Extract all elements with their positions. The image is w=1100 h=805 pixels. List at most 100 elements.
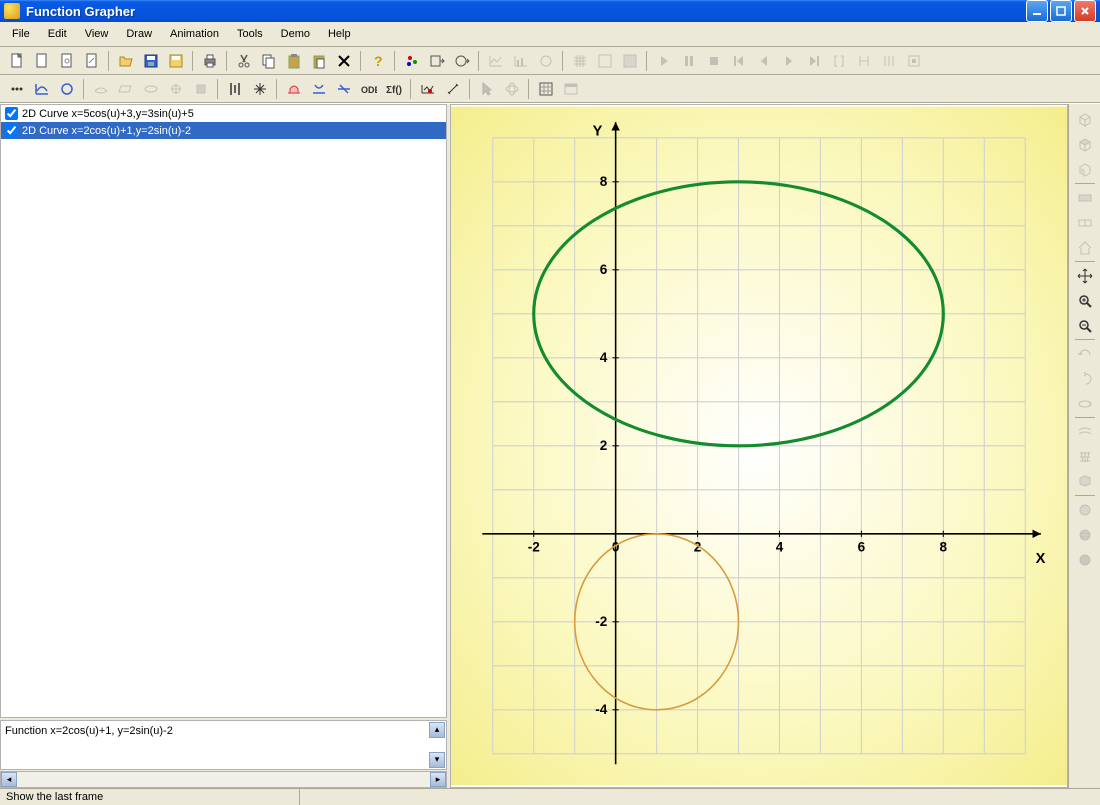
cube-top-button[interactable] — [1073, 133, 1096, 156]
curve-item-0[interactable]: 2D Curve x=5cos(u)+3,y=3sin(u)+5 — [1, 105, 446, 122]
zoom-in-button[interactable] — [1073, 289, 1096, 312]
chart1-button[interactable] — [484, 49, 507, 72]
chart3-button[interactable] — [534, 49, 557, 72]
mesh3-button[interactable] — [1073, 470, 1096, 493]
dots-button[interactable] — [5, 77, 28, 100]
menu-help[interactable]: Help — [320, 25, 359, 43]
grid1-button[interactable] — [568, 49, 591, 72]
surf3-button[interactable] — [139, 77, 162, 100]
curve-item-1[interactable]: 2D Curve x=2cos(u)+1,y=2sin(u)-2 — [1, 122, 446, 139]
deriv-button[interactable] — [332, 77, 355, 100]
save-as-button[interactable] — [164, 49, 187, 72]
integral-button[interactable] — [282, 77, 305, 100]
menu-edit[interactable]: Edit — [40, 25, 75, 43]
cube-wire-button[interactable] — [1073, 108, 1096, 131]
mesh2-button[interactable] — [1073, 445, 1096, 468]
surf4-button[interactable] — [164, 77, 187, 100]
rotate-button[interactable] — [500, 77, 523, 100]
new3-button[interactable] — [55, 49, 78, 72]
grid3-icon — [622, 53, 638, 69]
play-button[interactable] — [652, 49, 675, 72]
circle-button[interactable] — [450, 49, 473, 72]
curve-list[interactable]: 2D Curve x=5cos(u)+3,y=3sin(u)+5 2D Curv… — [0, 104, 447, 718]
menu-tools[interactable]: Tools — [229, 25, 271, 43]
grid3-button[interactable] — [618, 49, 641, 72]
surf2-button[interactable] — [114, 77, 137, 100]
curve-item-checkbox[interactable] — [5, 124, 18, 137]
move-button[interactable] — [1073, 264, 1096, 287]
grid-toggle-button[interactable] — [534, 77, 557, 100]
frame-d-button[interactable] — [902, 49, 925, 72]
ode-button[interactable]: ODE — [357, 77, 380, 100]
square-button[interactable] — [425, 49, 448, 72]
scroll-up-button[interactable]: ▴ — [429, 722, 445, 738]
menu-view[interactable]: View — [77, 25, 117, 43]
menu-draw[interactable]: Draw — [118, 25, 160, 43]
curve-item-checkbox[interactable] — [5, 107, 18, 120]
paste-button[interactable] — [282, 49, 305, 72]
mesh1-button[interactable] — [1073, 420, 1096, 443]
pause-button[interactable] — [677, 49, 700, 72]
last-frame-button[interactable] — [802, 49, 825, 72]
trace-button[interactable] — [416, 77, 439, 100]
cube-side-button[interactable] — [1073, 158, 1096, 181]
horizontal-scrollbar[interactable]: ◂ ▸ — [0, 771, 447, 788]
prev-frame-button[interactable] — [752, 49, 775, 72]
plot-area[interactable]: -202468-4-22468XY — [450, 104, 1068, 788]
first-icon — [731, 53, 747, 69]
abs-button[interactable] — [223, 77, 246, 100]
scroll-left-button[interactable]: ◂ — [1, 772, 17, 787]
grid2-button[interactable] — [593, 49, 616, 72]
window-button[interactable] — [559, 77, 582, 100]
cut-button[interactable] — [232, 49, 255, 72]
save-button[interactable] — [139, 49, 162, 72]
delete-button[interactable] — [332, 49, 355, 72]
brick1-button[interactable] — [1073, 186, 1096, 209]
house-button[interactable] — [1073, 236, 1096, 259]
measure-button[interactable] — [441, 77, 464, 100]
stop-button[interactable] — [702, 49, 725, 72]
chart2-button[interactable] — [509, 49, 532, 72]
fx-button[interactable] — [307, 77, 330, 100]
dots-r-button[interactable] — [400, 49, 423, 72]
cursor-button[interactable] — [475, 77, 498, 100]
menu-animation[interactable]: Animation — [162, 25, 227, 43]
new-button[interactable] — [5, 49, 28, 72]
clipboard-button[interactable] — [307, 49, 330, 72]
next-frame-button[interactable] — [777, 49, 800, 72]
help-button[interactable]: ? — [366, 49, 389, 72]
scroll-down-button[interactable]: ▾ — [429, 752, 445, 768]
close-button[interactable] — [1074, 0, 1096, 22]
expand-button[interactable] — [248, 77, 271, 100]
sphere1-button[interactable] — [1073, 498, 1096, 521]
print-button[interactable] — [198, 49, 221, 72]
new4-button[interactable] — [80, 49, 103, 72]
new-file2-icon — [34, 53, 50, 69]
open-button[interactable] — [114, 49, 137, 72]
brick2-button[interactable] — [1073, 211, 1096, 234]
menu-file[interactable]: File — [4, 25, 38, 43]
frame-b-button[interactable] — [852, 49, 875, 72]
scroll-right-button[interactable]: ▸ — [430, 772, 446, 787]
minimize-button[interactable] — [1026, 0, 1048, 22]
copy-button[interactable] — [257, 49, 280, 72]
surf1-button[interactable] — [89, 77, 112, 100]
rot-x-button[interactable] — [1073, 392, 1096, 415]
frame-c-button[interactable] — [877, 49, 900, 72]
rot-z-button[interactable] — [1073, 342, 1096, 365]
rot-y-button[interactable] — [1073, 367, 1096, 390]
menu-demo[interactable]: Demo — [273, 25, 318, 43]
frame-a-button[interactable] — [827, 49, 850, 72]
maximize-button[interactable] — [1050, 0, 1072, 22]
zoom-out-button[interactable] — [1073, 314, 1096, 337]
sphere3-button[interactable] — [1073, 548, 1096, 571]
new2-button[interactable] — [30, 49, 53, 72]
menubar: File Edit View Draw Animation Tools Demo… — [0, 22, 1100, 47]
surf5-button[interactable] — [189, 77, 212, 100]
circle2-button[interactable] — [55, 77, 78, 100]
curve2d-button[interactable] — [30, 77, 53, 100]
first-frame-button[interactable] — [727, 49, 750, 72]
cube-icon — [1077, 112, 1093, 128]
sum-button[interactable]: Σf() — [382, 77, 405, 100]
sphere2-button[interactable] — [1073, 523, 1096, 546]
